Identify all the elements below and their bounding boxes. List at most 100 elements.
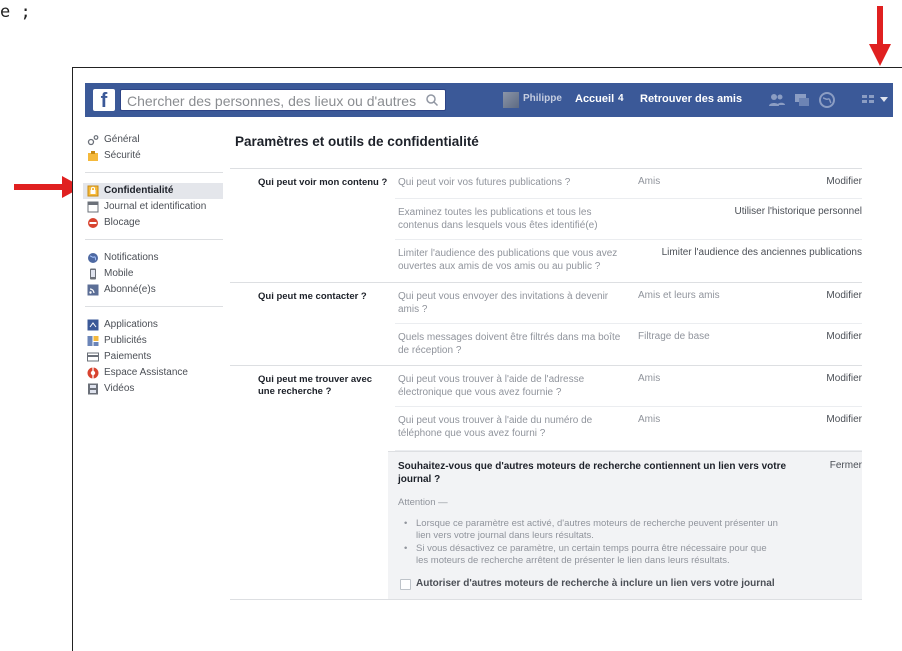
search-box[interactable]	[120, 89, 446, 111]
sidebar-item-label: Vidéos	[104, 383, 135, 394]
setting-question: Limiter l'audience des publications que …	[398, 248, 618, 272]
sidebar-item-general[interactable]: Général	[85, 132, 223, 148]
setting-row[interactable]: Examinez toutes les publications et tous…	[395, 199, 862, 240]
edit-link[interactable]: Modifier	[826, 290, 862, 301]
help-icon	[87, 367, 99, 379]
sidebar-item-ads[interactable]: Publicités	[85, 333, 223, 349]
avatar[interactable]	[503, 92, 519, 108]
sidebar-item-label: Mobile	[104, 268, 134, 279]
sidebar-item-label: Abonné(e)s	[104, 284, 156, 295]
sidebar-item-followers[interactable]: Abonné(e)s	[85, 282, 223, 298]
globe-icon	[88, 253, 98, 263]
search-icon[interactable]	[425, 93, 439, 107]
search-engine-checkbox[interactable]	[400, 579, 411, 590]
sidebar-item-label: Journal et identification	[104, 201, 207, 212]
setting-value: Amis	[638, 176, 661, 187]
setting-row[interactable]: Qui peut voir vos futures publications ?…	[395, 169, 862, 199]
ads-icon	[87, 336, 99, 346]
checkbox-label[interactable]: Autoriser d'autres moteurs de recherche …	[416, 578, 775, 589]
panel-title: Souhaitez-vous que d'autres moteurs de r…	[398, 461, 787, 485]
sidebar-group: Applications Publicités Paiements Espace…	[85, 313, 223, 405]
block-icon	[88, 218, 98, 228]
settings-section-visibility: Qui peut voir mon contenu ? Qui peut voi…	[230, 169, 862, 283]
settings-sidebar: Général Sécurité Confidentialité Journal…	[83, 128, 223, 411]
gear-icon	[87, 135, 99, 146]
close-button[interactable]: Fermer	[830, 460, 862, 471]
limit-past-posts-link[interactable]: Limiter l'audience des anciennes publica…	[662, 247, 862, 258]
section-label: Qui peut me trouver avec une recherche ?	[258, 374, 373, 397]
badge-icon	[88, 151, 98, 161]
sidebar-item-applications[interactable]: Applications	[85, 317, 223, 333]
film-icon	[88, 383, 98, 395]
edit-link[interactable]: Modifier	[826, 373, 862, 384]
timeline-icon	[87, 201, 99, 213]
section-label: Qui peut me contacter ?	[258, 291, 367, 302]
sidebar-item-notifications[interactable]: Notifications	[85, 250, 223, 266]
setting-row[interactable]: Qui peut vous trouver à l'aide de l'adre…	[395, 366, 862, 407]
screenshot-frame: f Philippe Accueil 4 Retrouver des amis …	[72, 67, 902, 651]
setting-row[interactable]: Qui peut vous trouver à l'aide du numéro…	[395, 407, 862, 451]
main-content: Paramètres et outils de confidentialité …	[230, 128, 893, 600]
sidebar-item-label: Notifications	[104, 252, 159, 263]
list-item: Lorsque ce paramètre est activé, d'autre…	[400, 518, 780, 542]
setting-row[interactable]: Limiter l'audience des publications que …	[395, 240, 862, 282]
phone-icon	[90, 268, 96, 280]
setting-value: Amis et leurs amis	[638, 290, 720, 301]
warning-list: Lorsque ce paramètre est activé, d'autre…	[400, 518, 780, 568]
setting-value: Filtrage de base	[638, 331, 710, 342]
sidebar-item-support-inbox[interactable]: Espace Assistance	[85, 365, 223, 381]
activity-log-link[interactable]: Utiliser l'historique personnel	[734, 206, 862, 217]
arrow-down-annotation	[868, 6, 892, 68]
friend-requests-icon[interactable]	[768, 91, 786, 109]
profile-name[interactable]: Philippe	[523, 93, 562, 104]
sidebar-item-privacy[interactable]: Confidentialité	[83, 183, 223, 199]
find-friends-link[interactable]: Retrouver des amis	[640, 93, 742, 105]
section-label: Qui peut voir mon contenu ?	[258, 177, 388, 188]
sidebar-item-label: Paiements	[104, 351, 152, 362]
setting-value: Amis	[638, 414, 661, 425]
setting-question: Qui peut vous envoyer des invitations à …	[398, 291, 609, 315]
edit-link[interactable]: Modifier	[826, 176, 862, 187]
privacy-settings-table: Qui peut voir mon contenu ? Qui peut voi…	[230, 168, 862, 600]
sidebar-group: Notifications Mobile Abonné(e)s	[85, 246, 223, 307]
setting-question: Quels messages doivent être filtrés dans…	[398, 332, 621, 356]
notifications-globe-icon[interactable]	[818, 91, 836, 109]
list-item: Si vous désactivez ce paramètre, un cert…	[400, 543, 780, 567]
edit-link[interactable]: Modifier	[826, 414, 862, 425]
home-count-badge: 4	[618, 93, 624, 104]
corner-text: e ;	[0, 2, 31, 22]
settings-section-contact: Qui peut me contacter ? Qui peut vous en…	[230, 283, 862, 366]
edit-link[interactable]: Modifier	[826, 331, 862, 342]
warning-label: Attention —	[398, 497, 448, 508]
sidebar-item-mobile[interactable]: Mobile	[85, 266, 223, 282]
messages-icon[interactable]	[793, 91, 811, 109]
setting-question: Qui peut voir vos futures publications ?	[398, 177, 571, 188]
sidebar-item-timeline[interactable]: Journal et identification	[85, 199, 223, 215]
search-input[interactable]	[127, 92, 417, 109]
settings-section-lookup: Qui peut me trouver avec une recherche ?…	[230, 366, 862, 600]
lock-icon	[87, 185, 99, 197]
top-navigation-bar: f Philippe Accueil 4 Retrouver des amis	[85, 83, 893, 117]
sidebar-item-label: Applications	[104, 319, 158, 330]
home-link[interactable]: Accueil	[575, 93, 614, 105]
chevron-down-icon[interactable]	[880, 97, 888, 102]
setting-value: Amis	[638, 373, 661, 384]
sidebar-item-label: Sécurité	[104, 150, 141, 161]
sidebar-item-label: Général	[104, 134, 140, 145]
facebook-logo-icon[interactable]: f	[93, 89, 115, 112]
sidebar-group: Confidentialité Journal et identificatio…	[83, 179, 223, 240]
setting-row[interactable]: Quels messages doivent être filtrés dans…	[395, 324, 862, 365]
sidebar-item-label: Publicités	[104, 335, 147, 346]
setting-row[interactable]: Qui peut vous envoyer des invitations à …	[395, 283, 862, 324]
sidebar-item-label: Confidentialité	[104, 185, 174, 196]
sidebar-item-blocking[interactable]: Blocage	[85, 215, 223, 231]
privacy-shortcuts-icon[interactable]	[862, 93, 874, 105]
sidebar-item-label: Espace Assistance	[104, 367, 188, 378]
sidebar-item-security[interactable]: Sécurité	[85, 148, 223, 164]
sidebar-item-videos[interactable]: Vidéos	[85, 381, 223, 397]
setting-question: Qui peut vous trouver à l'aide du numéro…	[398, 415, 593, 439]
setting-question: Qui peut vous trouver à l'aide de l'adre…	[398, 374, 585, 398]
page-title: Paramètres et outils de confidentialité	[235, 134, 479, 149]
sidebar-item-payments[interactable]: Paiements	[85, 349, 223, 365]
rss-icon	[87, 284, 99, 296]
